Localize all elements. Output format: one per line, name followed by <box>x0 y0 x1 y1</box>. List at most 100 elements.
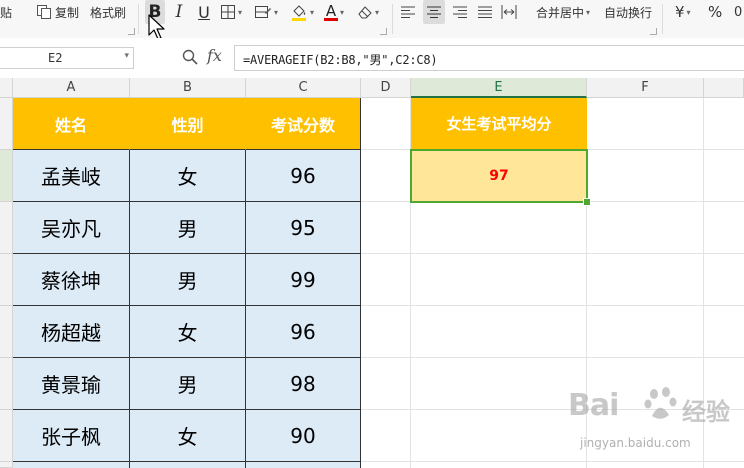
row-header-1[interactable] <box>0 98 13 150</box>
table-cell[interactable]: 90 <box>246 410 361 462</box>
table-cell[interactable] <box>130 462 246 468</box>
clear-format-button[interactable]: ▾ <box>357 0 379 24</box>
wrap-text-button[interactable]: 自动换行 <box>604 0 652 24</box>
font-color-icon: A <box>324 1 338 21</box>
row-header-4[interactable] <box>0 254 13 306</box>
table-cell[interactable] <box>246 462 361 468</box>
paste-button[interactable]: 粘贴 <box>0 0 12 24</box>
distributed-button[interactable] <box>501 0 517 24</box>
result-title-cell[interactable]: 女生考试平均分 <box>411 98 587 149</box>
row-header-3[interactable] <box>0 202 13 254</box>
chevron-down-icon: ▾ <box>686 7 691 17</box>
table-cell[interactable]: 吴亦凡 <box>13 202 130 254</box>
table-cell[interactable] <box>13 462 130 468</box>
table-cell[interactable]: 张子枫 <box>13 410 130 462</box>
select-all-corner[interactable] <box>0 78 13 98</box>
group-expander-icon[interactable] <box>128 28 135 35</box>
watermark: Bai 经验 jingyan.baidu.com <box>562 382 742 468</box>
table-cell[interactable]: 男 <box>130 254 246 306</box>
result-value-cell[interactable]: 97 <box>410 149 588 203</box>
align-right-icon <box>453 6 467 18</box>
row-header-6[interactable] <box>0 358 13 410</box>
currency-button[interactable]: ¥ ▾ <box>675 0 691 24</box>
chevron-down-icon: ▾ <box>340 7 345 17</box>
chevron-down-icon: ▾ <box>375 7 380 17</box>
column-header-c[interactable]: C <box>246 78 361 98</box>
column-header-b[interactable]: B <box>130 78 246 98</box>
formula-input[interactable]: =AVERAGEIF(B2:B8,"男",C2:C8) <box>234 45 744 71</box>
merge-center-button[interactable]: 合并居中 ▾ <box>536 0 590 24</box>
fill-color-button[interactable]: ▾ <box>290 0 314 24</box>
table-cell[interactable]: 98 <box>246 358 361 410</box>
formula-bar: E2 ▾ fx =AVERAGEIF(B2:B8,"男",C2:C8) <box>0 38 744 78</box>
table-cell[interactable]: 男 <box>130 358 246 410</box>
row-header-8[interactable] <box>0 462 13 468</box>
insert-function-icon[interactable]: fx <box>207 46 222 65</box>
row-header-2[interactable] <box>0 150 13 202</box>
zoom-icon[interactable] <box>182 49 198 65</box>
gridline <box>361 253 744 254</box>
column-header-f[interactable]: F <box>587 78 704 98</box>
column-header-e[interactable]: E <box>411 78 587 98</box>
column-header-d[interactable]: D <box>361 78 411 98</box>
column-header-a[interactable]: A <box>13 78 130 98</box>
table-cell[interactable]: 孟美岐 <box>13 150 130 202</box>
underline-button[interactable]: U <box>196 0 212 24</box>
gridline <box>361 357 744 358</box>
font-color-button[interactable]: A ▾ <box>324 0 344 24</box>
font-color-glyph: A <box>325 1 337 20</box>
table-cell[interactable]: 95 <box>246 202 361 254</box>
row-header-7[interactable] <box>0 410 13 462</box>
table-cell[interactable]: 男 <box>130 202 246 254</box>
column-header-g[interactable] <box>704 78 744 98</box>
gridline <box>361 305 744 306</box>
group-expander-icon[interactable] <box>650 28 657 35</box>
justify-button[interactable] <box>477 0 493 24</box>
paste-label: 粘贴 <box>0 5 13 20</box>
cell-style-icon <box>255 6 271 18</box>
align-left-button[interactable] <box>400 0 416 24</box>
italic-icon: I <box>175 2 183 22</box>
chevron-down-icon: ▾ <box>586 7 591 17</box>
table-cell[interactable]: 女 <box>130 306 246 358</box>
table-cell[interactable]: 蔡徐坤 <box>13 254 130 306</box>
copy-button[interactable]: 复制 <box>36 0 79 24</box>
header-cell-gender[interactable]: 性别 <box>130 98 246 150</box>
header-cell-name[interactable]: 姓名 <box>13 98 130 150</box>
table-cell[interactable]: 黄景瑜 <box>13 358 130 410</box>
table-cell[interactable]: 96 <box>246 150 361 202</box>
wrap-text-label: 自动换行 <box>604 5 653 20</box>
formula-text: =AVERAGEIF(B2:B8,"男",C2:C8) <box>243 53 438 67</box>
row-header-5[interactable] <box>0 306 13 358</box>
ribbon-divider <box>662 4 663 34</box>
align-right-button[interactable] <box>452 0 468 24</box>
thousands-icon: 0 <box>734 4 743 20</box>
name-box[interactable]: E2 ▾ <box>0 47 134 69</box>
paw-logo-icon <box>644 387 677 419</box>
thousands-button[interactable]: 0 <box>734 0 742 24</box>
copy-icon <box>37 5 51 19</box>
chevron-down-icon[interactable]: ▾ <box>124 51 129 61</box>
cell-style-button[interactable]: ▾ <box>254 0 278 24</box>
format-painter-label: 格式刷 <box>90 5 127 20</box>
table-cell[interactable]: 96 <box>246 306 361 358</box>
table-cell[interactable]: 99 <box>246 254 361 306</box>
table-cell[interactable]: 杨超越 <box>13 306 130 358</box>
align-left-icon <box>401 6 415 18</box>
header-cell-score[interactable]: 考试分数 <box>246 98 361 150</box>
ribbon-divider <box>392 4 393 34</box>
table-cell[interactable]: 女 <box>130 410 246 462</box>
group-expander-icon[interactable] <box>380 28 387 35</box>
italic-button[interactable]: I <box>172 0 186 24</box>
format-painter-button[interactable]: 格式刷 <box>90 0 126 24</box>
table-cell[interactable]: 女 <box>130 150 246 202</box>
borders-button[interactable]: ▾ <box>220 0 242 24</box>
percent-button[interactable]: % <box>708 0 722 24</box>
chevron-down-icon: ▾ <box>238 7 243 17</box>
eraser-icon <box>358 6 372 19</box>
chevron-down-icon: ▾ <box>310 7 315 17</box>
fill-handle[interactable] <box>583 198 591 206</box>
align-center-button[interactable] <box>423 0 445 24</box>
borders-icon <box>221 5 235 19</box>
ribbon-divider <box>138 4 139 34</box>
